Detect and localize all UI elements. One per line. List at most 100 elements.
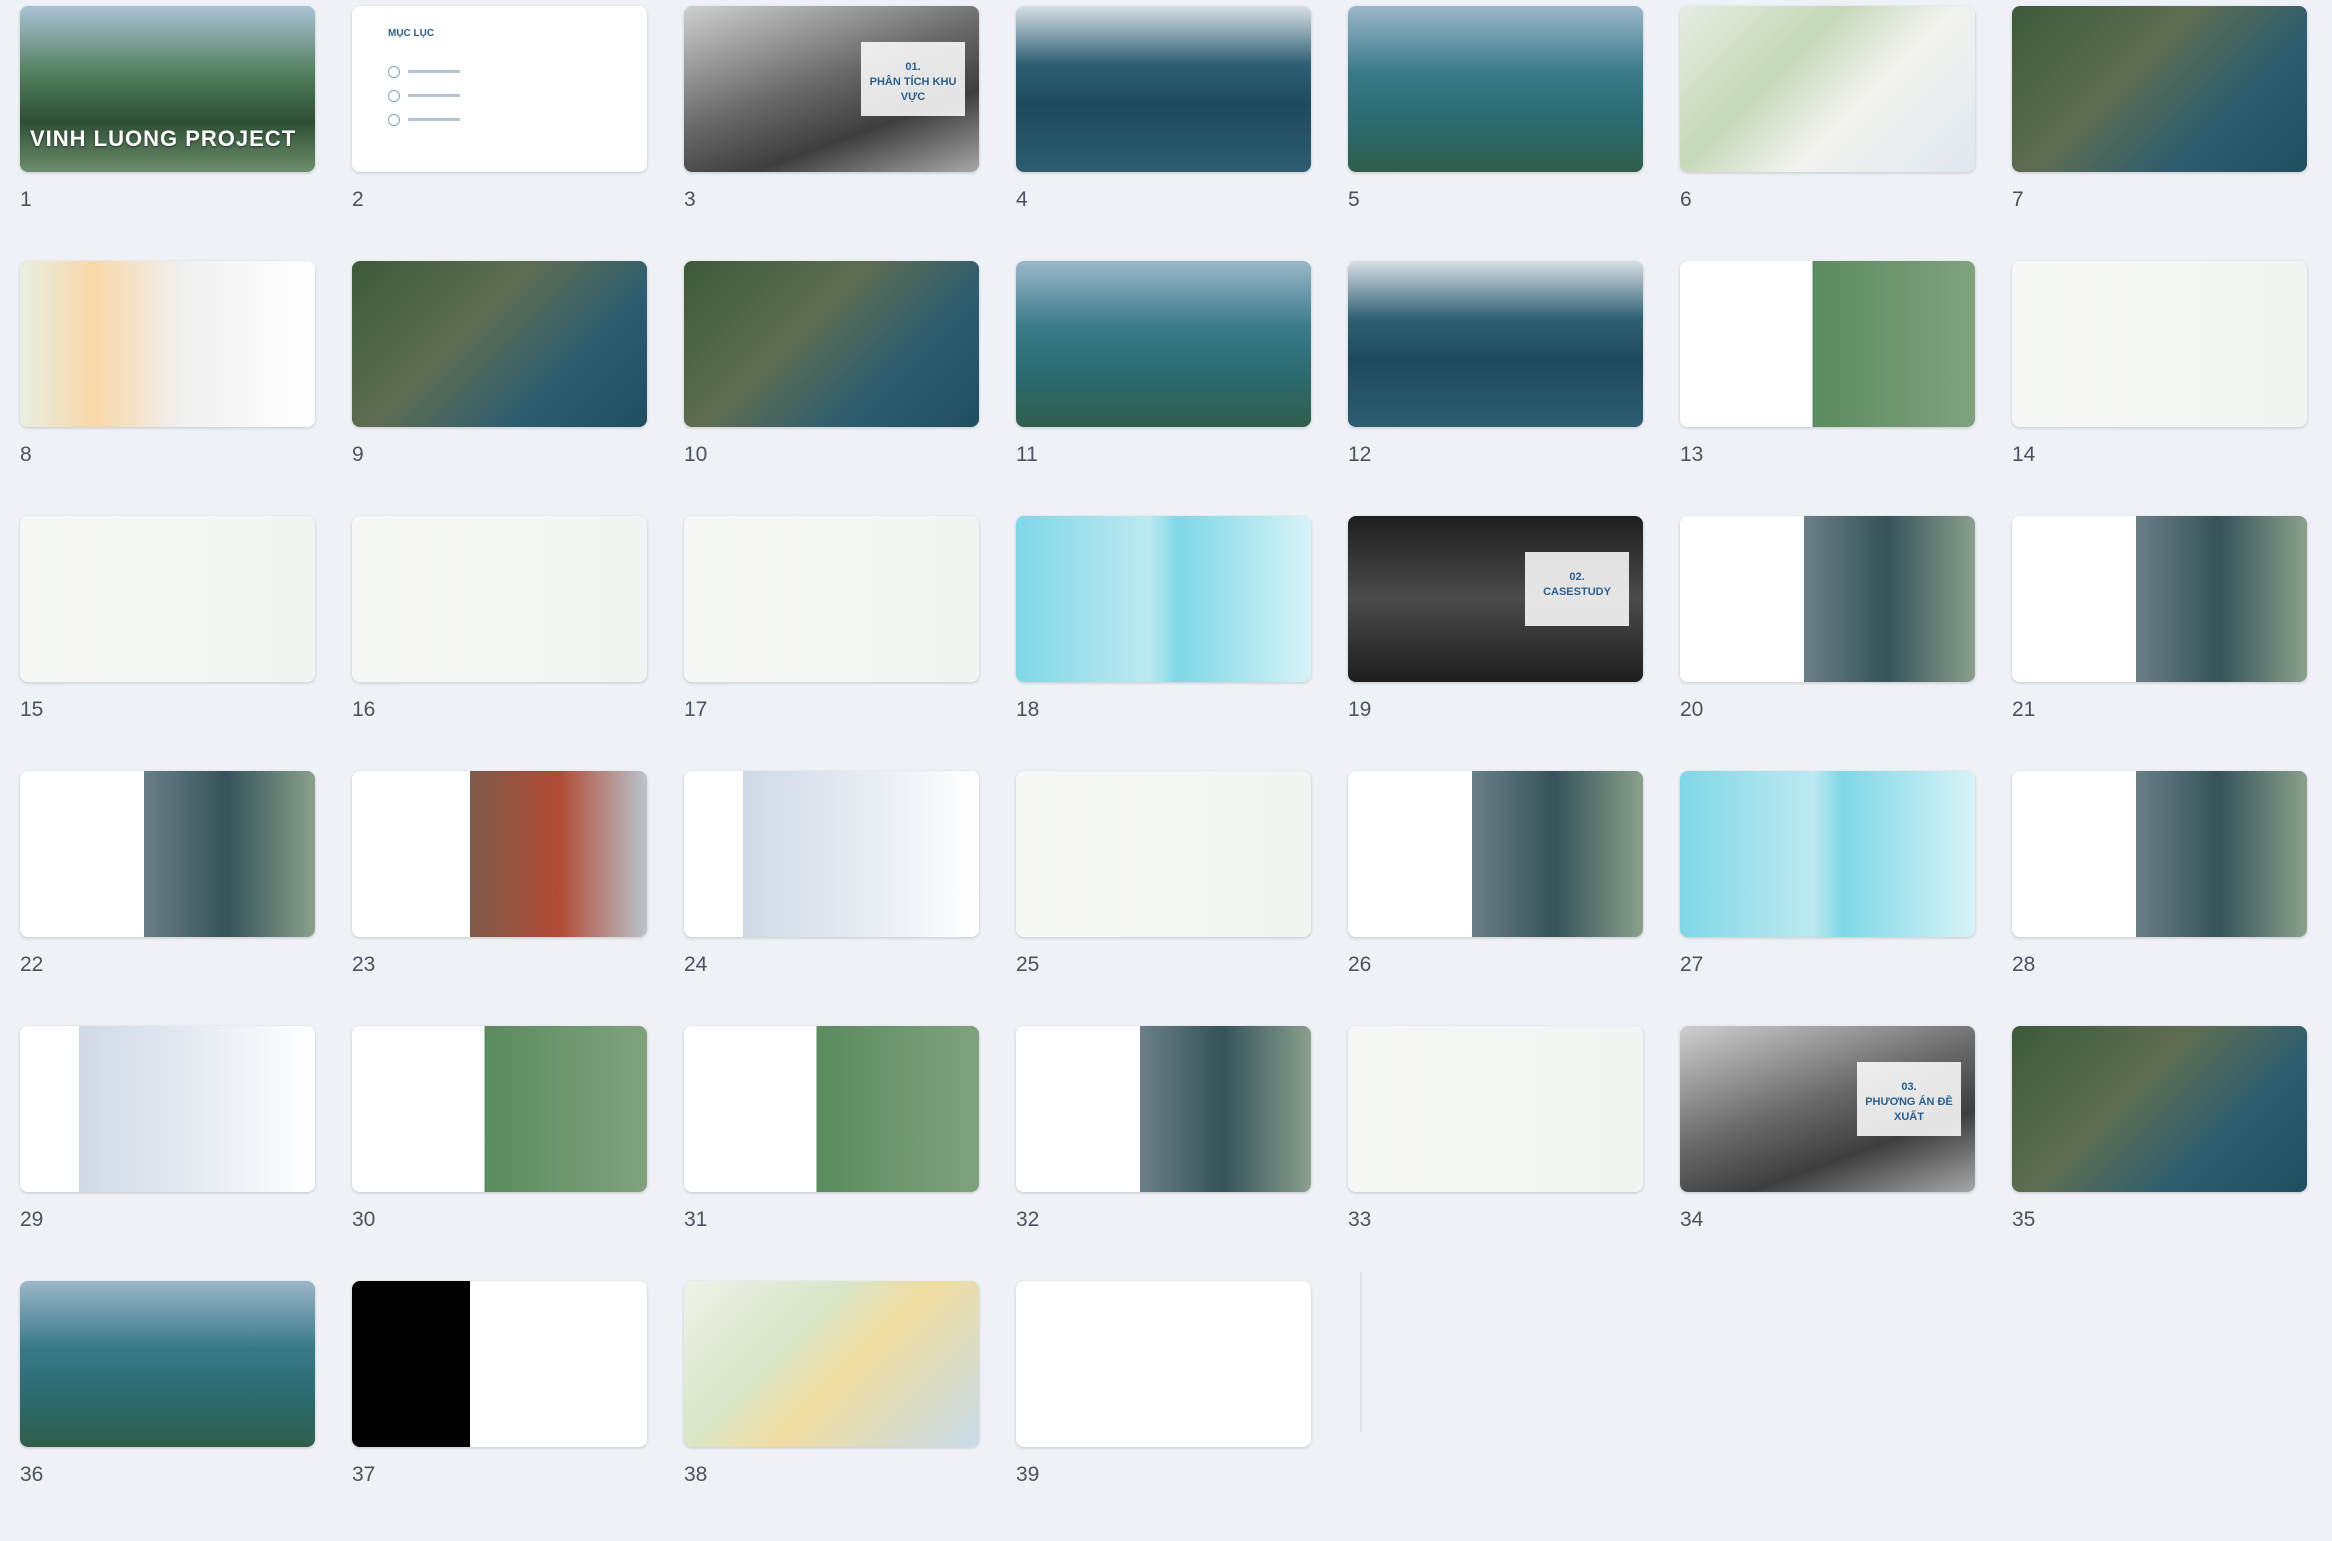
slide-sorter-grid: VINH LUONG PROJECT 1 MỤC LỤC 2 01. PHÂN TÍCH…	[20, 6, 2320, 1541]
slide-number: 21	[2012, 698, 2036, 721]
slide-thumbnail[interactable]: VINH LUONG PROJECT	[20, 6, 315, 172]
slide-cell: 35	[2012, 1026, 2307, 1281]
slide-cell: 31	[684, 1026, 979, 1281]
slide-number: 24	[684, 953, 708, 976]
slide-cell: 12	[1348, 261, 1643, 516]
slide-number: 30	[352, 1208, 376, 1231]
slide-thumbnail[interactable]	[684, 771, 979, 937]
slide-cell: 18	[1016, 516, 1311, 771]
slide-number: 26	[1348, 953, 1372, 976]
slide-number: 29	[20, 1208, 44, 1231]
slide-thumbnail[interactable]	[2012, 516, 2307, 682]
slide-cell: VINH LUONG PROJECT 1	[20, 6, 315, 261]
slide-thumbnail[interactable]	[1680, 516, 1975, 682]
slide-number: 5	[1348, 188, 1360, 211]
slide-cell: 37	[352, 1281, 647, 1541]
slide-cell: 23	[352, 771, 647, 1026]
slide-number: 31	[684, 1208, 708, 1231]
slide-cell: 33	[1348, 1026, 1643, 1281]
slide-number: 17	[684, 698, 708, 721]
slide-thumbnail[interactable]	[684, 516, 979, 682]
slide-cell: 02. CASESTUDY 19	[1348, 516, 1643, 771]
slide-number: 20	[1680, 698, 1704, 721]
slide-number: 39	[1016, 1463, 1040, 1486]
slide-thumbnail[interactable]	[20, 1281, 315, 1447]
slide-cell: 16	[352, 516, 647, 771]
slide-thumbnail[interactable]	[2012, 261, 2307, 427]
slide-thumbnail[interactable]	[2012, 771, 2307, 937]
slide-cell: MỤC LỤC 2	[352, 6, 647, 261]
slide-cell: 25	[1016, 771, 1311, 1026]
slide-thumbnail[interactable]	[2012, 6, 2307, 172]
slide-thumbnail[interactable]	[1016, 1281, 1311, 1447]
slide-cell: 29	[20, 1026, 315, 1281]
slide-thumbnail[interactable]	[352, 1281, 647, 1447]
slide-thumbnail[interactable]	[1016, 516, 1311, 682]
slide-thumbnail[interactable]	[1348, 261, 1643, 427]
slide-thumbnail[interactable]	[20, 1026, 315, 1192]
slide-thumbnail[interactable]	[1680, 261, 1975, 427]
slide-number: 37	[352, 1463, 376, 1486]
slide-thumbnail[interactable]: 01. PHÂN TÍCH KHU VỰC	[684, 6, 979, 172]
slide-thumbnail[interactable]	[1680, 771, 1975, 937]
slide-cell: 8	[20, 261, 315, 516]
slide-thumbnail[interactable]	[2012, 1026, 2307, 1192]
slide-thumbnail[interactable]	[1016, 261, 1311, 427]
slide-number: 15	[20, 698, 44, 721]
slide-number: 14	[2012, 443, 2036, 466]
slide-cell: 15	[20, 516, 315, 771]
slide-thumbnail[interactable]	[1016, 771, 1311, 937]
slide-cell: 27	[1680, 771, 1975, 1026]
slide-cell: 22	[20, 771, 315, 1026]
slide-thumbnail[interactable]	[1348, 1026, 1643, 1192]
slide-thumbnail[interactable]	[684, 261, 979, 427]
slide-number: 33	[1348, 1208, 1372, 1231]
slide-cell: 03. PHƯƠNG ÁN ĐỀ XUẤT 34	[1680, 1026, 1975, 1281]
slide-number: 22	[20, 953, 44, 976]
slide-thumbnail[interactable]	[352, 1026, 647, 1192]
slide-thumbnail[interactable]	[352, 261, 647, 427]
slide-number: 36	[20, 1463, 44, 1486]
slide-thumbnail[interactable]	[352, 516, 647, 682]
slide-thumbnail[interactable]	[20, 261, 315, 427]
slide-thumbnail[interactable]: 03. PHƯƠNG ÁN ĐỀ XUẤT	[1680, 1026, 1975, 1192]
slide-cell: 24	[684, 771, 979, 1026]
slide-thumbnail[interactable]	[20, 771, 315, 937]
slide-cell: 11	[1016, 261, 1311, 516]
slide-number: 28	[2012, 953, 2036, 976]
slide-thumbnail[interactable]	[1348, 771, 1643, 937]
insertion-divider	[1360, 1272, 1362, 1432]
slide-number: 13	[1680, 443, 1704, 466]
slide-thumbnail[interactable]	[352, 771, 647, 937]
slide-number: 2	[352, 188, 364, 211]
slide-number: 1	[20, 188, 32, 211]
slide-thumbnail[interactable]	[20, 516, 315, 682]
slide-thumbnail[interactable]	[684, 1281, 979, 1447]
slide-cell: 28	[2012, 771, 2307, 1026]
slide-cell: 39	[1016, 1281, 1311, 1541]
slide-number: 7	[2012, 188, 2024, 211]
slide-thumbnail[interactable]: 02. CASESTUDY	[1348, 516, 1643, 682]
slide-number: 35	[2012, 1208, 2036, 1231]
slide-number: 16	[352, 698, 376, 721]
slide-cell: 13	[1680, 261, 1975, 516]
slide-cell: 36	[20, 1281, 315, 1541]
slide-thumbnail[interactable]	[1016, 6, 1311, 172]
slide-thumbnail[interactable]: MỤC LỤC	[352, 6, 647, 172]
slide-cell: 4	[1016, 6, 1311, 261]
slide-thumbnail[interactable]	[1680, 6, 1975, 172]
slide-thumbnail[interactable]	[1348, 6, 1643, 172]
slide-number: 12	[1348, 443, 1372, 466]
slide-number: 34	[1680, 1208, 1704, 1231]
slide-number: 27	[1680, 953, 1704, 976]
slide-cell: 7	[2012, 6, 2307, 261]
slide-number: 23	[352, 953, 376, 976]
slide-number: 25	[1016, 953, 1040, 976]
slide-number: 8	[20, 443, 32, 466]
slide-cell: 5	[1348, 6, 1643, 261]
section-overlay: 01. PHÂN TÍCH KHU VỰC	[861, 42, 965, 116]
slide-thumbnail[interactable]	[1016, 1026, 1311, 1192]
slide-cell: 14	[2012, 261, 2307, 516]
slide-thumbnail[interactable]	[684, 1026, 979, 1192]
slide-title: VINH LUONG PROJECT	[30, 126, 297, 151]
